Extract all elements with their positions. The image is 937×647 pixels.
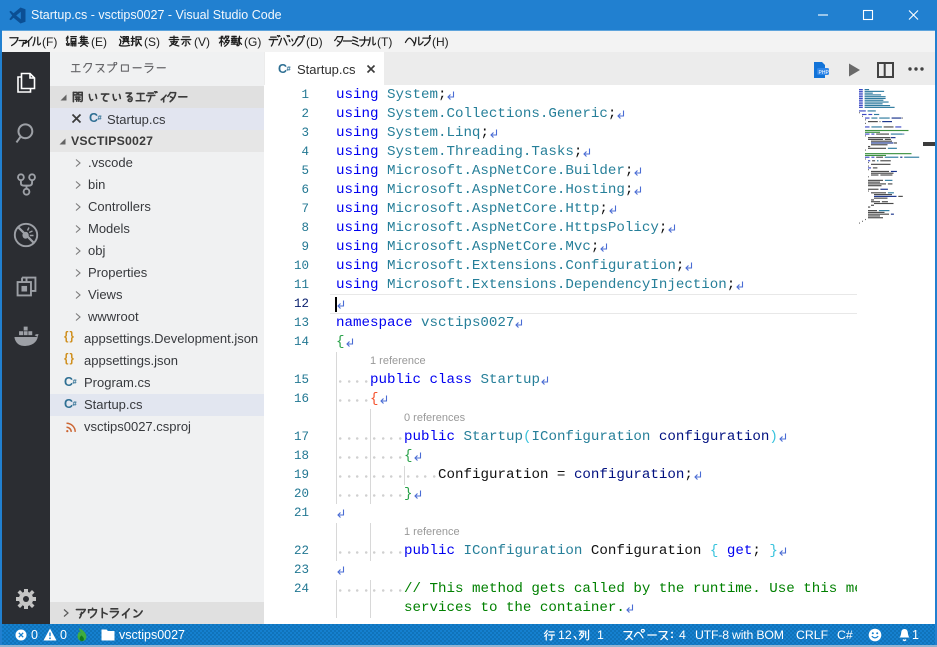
svg-text:PHP: PHP [819,70,830,76]
